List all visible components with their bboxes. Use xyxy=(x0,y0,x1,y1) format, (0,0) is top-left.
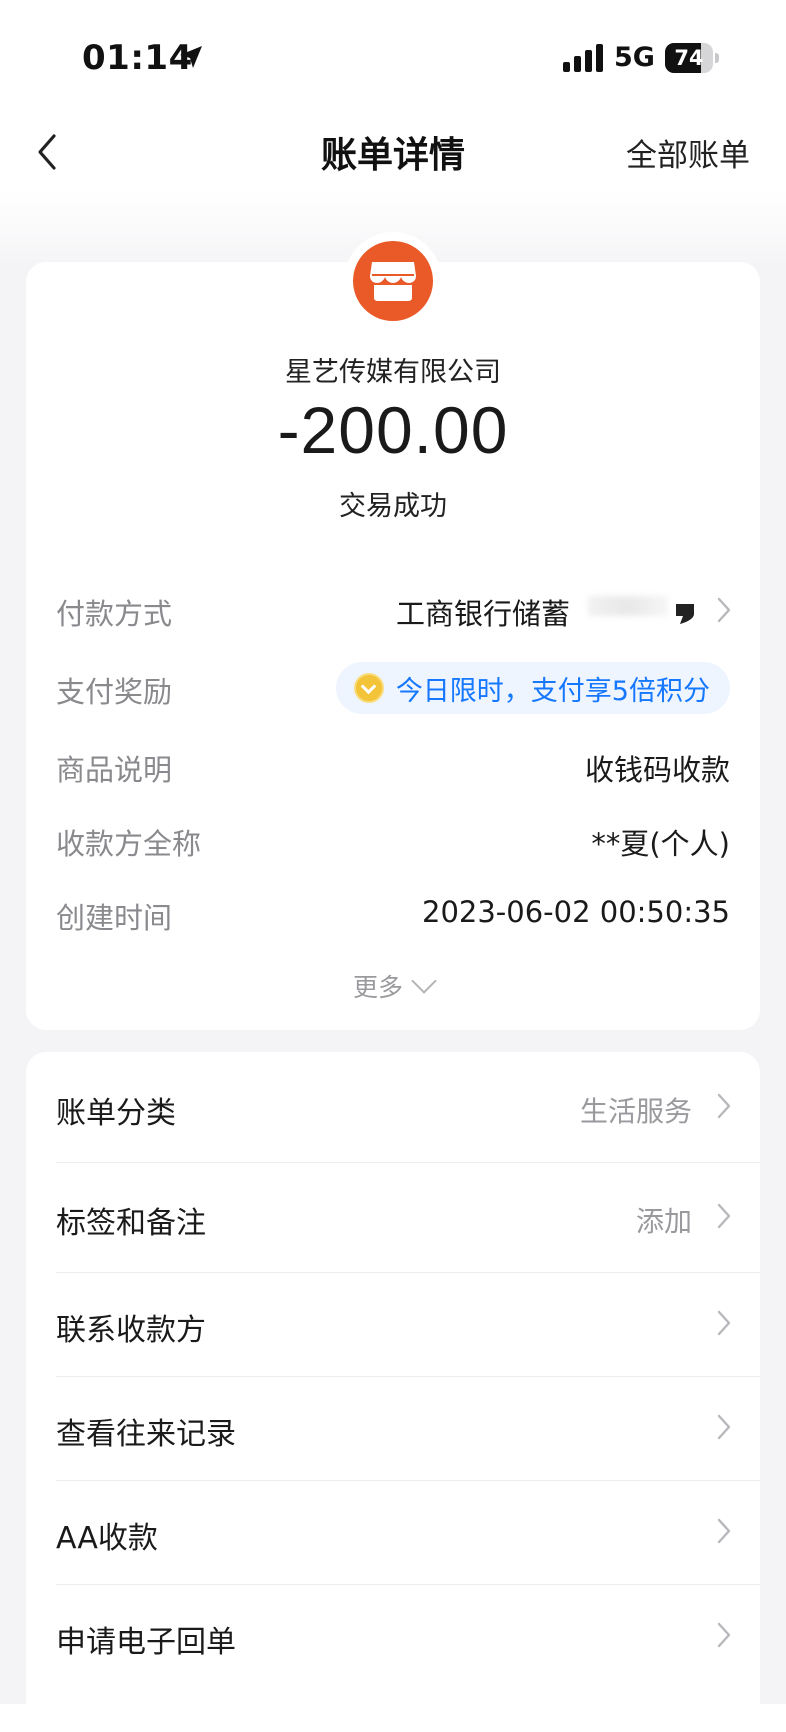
transaction-status: 交易成功 xyxy=(339,491,447,522)
action-value: 添加 xyxy=(635,1205,692,1238)
chevron-right-icon xyxy=(717,1414,731,1440)
transaction-amount: -200.00 xyxy=(277,393,509,467)
store-icon xyxy=(370,262,416,301)
status-bar: 01:14 5G 74 xyxy=(0,0,786,116)
signal-icon xyxy=(563,44,603,72)
bank-logo-icon xyxy=(676,604,694,624)
all-bills-link[interactable]: 全部账单 xyxy=(626,130,750,175)
row-divider xyxy=(56,1584,760,1585)
created-time-label: 创建时间 xyxy=(56,901,173,935)
chevron-right-icon xyxy=(717,1093,731,1119)
reward-text: 今日限时，支付享5倍积分 xyxy=(395,675,710,707)
row-divider xyxy=(56,1376,760,1377)
chevron-right-icon xyxy=(717,1622,731,1648)
row-divider xyxy=(56,1480,760,1481)
product-label: 商品说明 xyxy=(56,753,173,787)
chevron-right-icon xyxy=(717,1310,731,1336)
action-label: 申请电子回单 xyxy=(56,1625,236,1660)
payee-value: **夏(个人) xyxy=(591,827,730,861)
row-divider xyxy=(56,1272,760,1273)
location-arrow-icon xyxy=(180,46,202,68)
reward-badge[interactable]: 今日限时，支付享5倍积分 xyxy=(335,662,730,714)
action-label: 联系收款方 xyxy=(56,1313,206,1348)
created-time-value: 2023-06-02 00:50:35 xyxy=(422,895,730,929)
chevron-right-icon xyxy=(717,1203,731,1229)
more-label: 更多 xyxy=(352,973,403,1002)
action-label: 查看往来记录 xyxy=(56,1417,236,1452)
status-time: 01:14 xyxy=(82,38,193,78)
battery-level: 74 xyxy=(674,46,704,70)
battery-icon: 74 xyxy=(665,43,719,73)
payee-label: 收款方全称 xyxy=(56,827,202,861)
product-value: 收钱码收款 xyxy=(584,753,730,787)
action-value: 生活服务 xyxy=(579,1095,692,1128)
chevron-down-icon xyxy=(411,968,437,994)
row-divider xyxy=(56,1162,760,1163)
merchant-logo xyxy=(344,232,442,330)
chevron-right-icon xyxy=(717,1518,731,1544)
merchant-name: 星艺传媒有限公司 xyxy=(285,357,501,388)
action-label: 标签和备注 xyxy=(56,1206,206,1241)
more-button[interactable]: 更多 xyxy=(0,968,786,1004)
reward-label: 支付奖励 xyxy=(56,675,173,709)
action-label: 账单分类 xyxy=(56,1096,176,1131)
coin-icon xyxy=(353,673,384,703)
network-type: 5G xyxy=(614,42,655,73)
payment-method-value: 工商银行储蓄 xyxy=(395,597,570,631)
action-label: AA收款 xyxy=(56,1521,158,1556)
payment-method-label: 付款方式 xyxy=(56,597,173,631)
redacted-card-number xyxy=(588,596,668,616)
payment-method-chevron-icon xyxy=(717,597,731,623)
